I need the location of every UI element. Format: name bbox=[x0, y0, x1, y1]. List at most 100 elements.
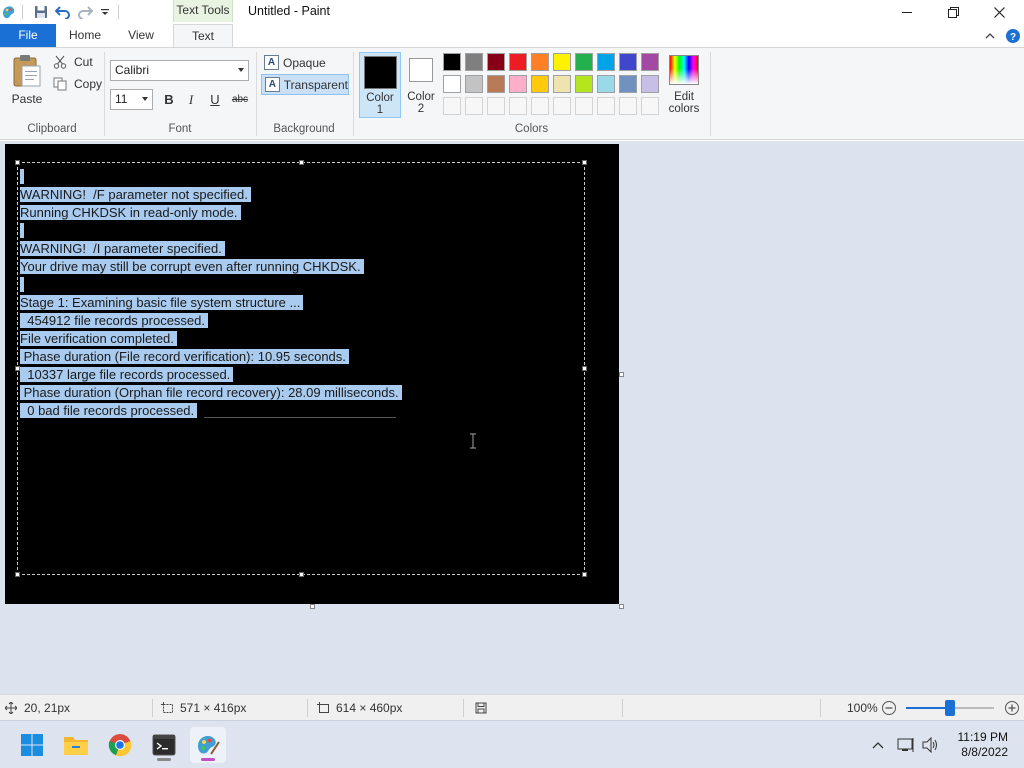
palette-color-swatch[interactable] bbox=[575, 75, 593, 93]
file-size bbox=[474, 695, 494, 721]
selected-text: Phase duration (File record verification… bbox=[20, 349, 349, 364]
underline-button[interactable]: U bbox=[206, 91, 224, 109]
network-button[interactable] bbox=[894, 727, 918, 763]
palette-color-swatch[interactable] bbox=[487, 75, 505, 93]
opaque-button[interactable]: A Opaque bbox=[261, 52, 349, 73]
taskbar-clock[interactable]: 11:19 PM 8/8/2022 bbox=[950, 730, 1008, 760]
palette-color-swatch[interactable] bbox=[575, 53, 593, 71]
text-line: 454912 file records processed. bbox=[20, 312, 402, 330]
cut-button[interactable]: Cut bbox=[52, 54, 93, 70]
palette-color-swatch[interactable] bbox=[597, 53, 615, 71]
palette-color-swatch[interactable] bbox=[465, 53, 483, 71]
palette-color-swatch[interactable] bbox=[619, 75, 637, 93]
help-icon[interactable]: ? bbox=[1003, 24, 1023, 47]
bold-button[interactable]: B bbox=[160, 91, 178, 109]
tab-home[interactable]: Home bbox=[62, 24, 108, 47]
canvas-resize-handle-right[interactable] bbox=[619, 372, 624, 377]
palette-color-swatch[interactable] bbox=[553, 75, 571, 93]
palette-color-swatch[interactable] bbox=[597, 75, 615, 93]
transparent-label: Transparent bbox=[283, 77, 348, 92]
palette-custom-slot[interactable] bbox=[509, 97, 527, 115]
color1-swatch bbox=[364, 56, 397, 89]
terminal-button[interactable] bbox=[146, 727, 182, 763]
redo-icon[interactable] bbox=[76, 3, 94, 21]
palette-color-swatch[interactable] bbox=[487, 53, 505, 71]
status-bar: 20, 21px 571 × 416px 614 × 460px 100% bbox=[0, 694, 1024, 720]
canvas-resize-handle-bottom[interactable] bbox=[310, 604, 315, 609]
transparent-button[interactable]: A Transparent bbox=[261, 74, 349, 95]
palette-color-swatch[interactable] bbox=[553, 53, 571, 71]
palette-color-swatch[interactable] bbox=[641, 75, 659, 93]
zoom-in-button[interactable] bbox=[1004, 695, 1020, 721]
copy-label: Copy bbox=[74, 77, 103, 91]
resize-handle[interactable] bbox=[15, 572, 20, 577]
show-hidden-icons-button[interactable] bbox=[866, 727, 890, 763]
zoom-slider-thumb[interactable] bbox=[945, 700, 955, 716]
collapse-ribbon-icon[interactable] bbox=[980, 24, 1000, 47]
palette-custom-slot[interactable] bbox=[487, 97, 505, 115]
selected-text bbox=[20, 277, 24, 292]
font-size-value: 11 bbox=[115, 92, 128, 106]
file-explorer-button[interactable] bbox=[58, 727, 94, 763]
drawing-canvas[interactable]: WARNING! /F parameter not specified. Runn… bbox=[5, 144, 619, 604]
resize-handle[interactable] bbox=[299, 572, 304, 577]
paint-app-icon[interactable] bbox=[0, 3, 18, 21]
palette-custom-slot[interactable] bbox=[575, 97, 593, 115]
zoom-in-icon bbox=[1005, 701, 1019, 715]
font-size-select[interactable]: 11 bbox=[110, 89, 153, 110]
tab-file[interactable]: File bbox=[0, 24, 56, 47]
canvas-workspace[interactable]: WARNING! /F parameter not specified. Runn… bbox=[0, 141, 1024, 694]
resize-handle[interactable] bbox=[582, 160, 587, 165]
zoom-out-button[interactable] bbox=[881, 695, 897, 721]
palette-color-swatch[interactable] bbox=[641, 53, 659, 71]
resize-handle[interactable] bbox=[15, 160, 20, 165]
canvas-resize-handle-corner[interactable] bbox=[619, 604, 624, 609]
active-indicator bbox=[201, 758, 215, 761]
italic-button[interactable]: I bbox=[182, 91, 200, 109]
palette-custom-slot[interactable] bbox=[531, 97, 549, 115]
palette-custom-slot[interactable] bbox=[553, 97, 571, 115]
customize-quick-access-icon[interactable] bbox=[96, 3, 114, 21]
minimize-button[interactable] bbox=[884, 0, 930, 24]
undo-icon[interactable] bbox=[54, 3, 72, 21]
palette-custom-slot[interactable] bbox=[641, 97, 659, 115]
palette-custom-slot[interactable] bbox=[597, 97, 615, 115]
palette-color-swatch[interactable] bbox=[509, 53, 527, 71]
font-family-select[interactable]: Calibri bbox=[110, 60, 249, 81]
selected-text bbox=[20, 223, 24, 238]
resize-handle[interactable] bbox=[582, 366, 587, 371]
text-line: Stage 1: Examining basic file system str… bbox=[20, 294, 402, 312]
selected-text bbox=[20, 169, 24, 184]
tab-view[interactable]: View bbox=[118, 24, 164, 47]
copy-button[interactable]: Copy bbox=[52, 76, 102, 92]
restore-button[interactable] bbox=[930, 0, 976, 24]
text-content[interactable]: WARNING! /F parameter not specified. Runn… bbox=[20, 168, 402, 420]
palette-color-swatch[interactable] bbox=[465, 75, 483, 93]
close-button[interactable] bbox=[976, 0, 1022, 24]
edit-colors-button[interactable]: Edit colors bbox=[666, 52, 702, 118]
palette-color-swatch[interactable] bbox=[509, 75, 527, 93]
resize-handle[interactable] bbox=[582, 572, 587, 577]
palette-custom-slot[interactable] bbox=[465, 97, 483, 115]
chrome-button[interactable] bbox=[102, 727, 138, 763]
save-icon[interactable] bbox=[32, 3, 50, 21]
move-cursor-icon bbox=[4, 701, 18, 715]
color2-button[interactable]: Color 2 bbox=[402, 52, 440, 118]
palette-color-swatch[interactable] bbox=[531, 53, 549, 71]
resize-handle[interactable] bbox=[299, 160, 304, 165]
color1-button[interactable]: Color 1 bbox=[359, 52, 401, 118]
palette-color-swatch[interactable] bbox=[619, 53, 637, 71]
volume-button[interactable] bbox=[918, 727, 944, 763]
palette-custom-slot[interactable] bbox=[443, 97, 461, 115]
start-icon bbox=[21, 734, 43, 756]
palette-color-swatch[interactable] bbox=[443, 53, 461, 71]
paste-button[interactable]: Paste bbox=[8, 54, 46, 110]
palette-color-swatch[interactable] bbox=[443, 75, 461, 93]
paint-button[interactable] bbox=[190, 727, 226, 763]
zoom-level: 100% bbox=[847, 701, 878, 715]
start-button[interactable] bbox=[14, 727, 50, 763]
tab-text[interactable]: Text bbox=[173, 24, 233, 48]
palette-color-swatch[interactable] bbox=[531, 75, 549, 93]
palette-custom-slot[interactable] bbox=[619, 97, 637, 115]
strikethrough-button[interactable]: abc bbox=[229, 91, 251, 109]
